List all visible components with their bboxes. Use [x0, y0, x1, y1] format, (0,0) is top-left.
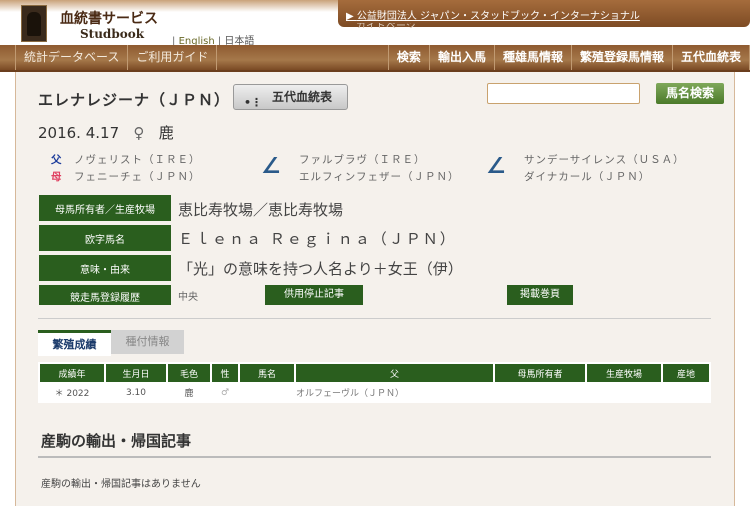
nav-pedigree[interactable]: 五代血統表 — [671, 45, 750, 70]
col-breeder: 生産牧場 — [587, 364, 661, 382]
nav-spacer — [216, 45, 388, 70]
main-nav: 統計データベース ご利用ガイド 検索 輸出入馬 種雄馬情報 繁殖登録馬情報 五代… — [0, 45, 750, 72]
cell-year: ＊ 2022 — [54, 389, 90, 399]
cell-owner — [495, 384, 585, 401]
dam-sire[interactable]: サンデーサイレンス（ＵＳＡ） — [524, 152, 685, 167]
col-sex: 性 — [212, 364, 238, 382]
col-year: 成績年 — [40, 364, 104, 382]
horse-search-input[interactable] — [487, 83, 640, 104]
sex: ♀ — [133, 124, 145, 142]
logo-horse-icon[interactable] — [21, 5, 47, 42]
sire-label: 父 — [51, 154, 63, 166]
owner-label: 母馬所有者／生産牧場 — [39, 195, 171, 221]
org-box: ▶ 公益財団法人 ジャパン・スタッドブック・インターナショナル ガイドページ — [338, 0, 750, 28]
main-content: エレナレジーナ（ＪＰＮ） •⋮ 五代血統表 馬名検索 2016. 4.17 ♀ 鹿… — [15, 72, 735, 506]
cell-origin — [663, 384, 709, 401]
bracket-icon: ∠ — [486, 154, 506, 179]
org-link-text: 公益財団法人 ジャパン・スタッドブック・インターナショナル — [356, 11, 640, 22]
col-owner: 母馬所有者 — [495, 364, 585, 382]
sire-sire[interactable]: ファルブラヴ（ＩＲＥ） — [299, 152, 426, 167]
nav-guide[interactable]: ご利用ガイド — [127, 45, 216, 70]
nav-search[interactable]: 検索 — [387, 45, 429, 70]
section-divider — [38, 456, 711, 458]
brand-title: 血統書サービス — [60, 11, 158, 27]
brand-subtitle: Studbook — [80, 27, 145, 41]
tab-breeding-record[interactable]: 繁殖成績 — [38, 330, 111, 356]
pedigree-button[interactable]: •⋮ 五代血統表 — [233, 84, 348, 110]
meaning-label: 意味・由来 — [39, 255, 171, 281]
bracket-icon: ∠ — [261, 154, 281, 179]
cell-color: 鹿 — [184, 389, 194, 399]
divider — [38, 318, 711, 319]
roman-name-label: 欧字馬名 — [39, 225, 171, 251]
col-sire: 父 — [296, 364, 493, 382]
horse-search-button[interactable]: 馬名検索 — [656, 83, 724, 104]
offspring-table: 成績年 生月日 毛色 性 馬名 父 母馬所有者 生産牧場 産地 ＊ 2022 3… — [38, 362, 711, 403]
org-link[interactable]: ▶ 公益財団法人 ジャパン・スタッドブック・インターナショナル — [346, 7, 640, 22]
birth-date: 2016. 4.17 — [38, 124, 120, 142]
coat-color: 鹿 — [158, 124, 174, 142]
cell-birthdate: 3.10 — [125, 387, 147, 398]
nav-broodmare[interactable]: 繁殖登録馬情報 — [570, 45, 672, 70]
tree-icon: •⋮ — [244, 96, 263, 109]
suspension-record-button[interactable]: 供用停止記事 — [265, 285, 363, 305]
dam-dam[interactable]: ダイナカール（ＪＰＮ） — [524, 169, 650, 184]
export-empty-message: 産駒の輸出・帰国記事はありません — [41, 479, 201, 490]
pedigree-button-label: 五代血統表 — [272, 90, 333, 104]
guide-link[interactable]: ガイドページ — [356, 23, 416, 28]
race-history-label: 競走馬登録履歴 — [39, 285, 171, 305]
site-header: 血統書サービス Studbook | English | 日本語 ▶ 公益財団法… — [0, 0, 750, 47]
col-name: 馬名 — [240, 364, 294, 382]
export-section-title: 産駒の輸出・帰国記事 — [41, 432, 192, 450]
nav-stats-db[interactable]: 統計データベース — [15, 45, 127, 70]
dam-label: 母 — [51, 171, 63, 183]
owner-value: 恵比寿牧場／恵比寿牧場 — [178, 201, 344, 219]
col-origin: 産地 — [663, 364, 709, 382]
cell-name — [240, 384, 294, 401]
cell-breeder — [587, 384, 661, 401]
volume-page-button[interactable]: 掲載巻頁 — [507, 285, 573, 305]
col-birthdate: 生月日 — [106, 364, 166, 382]
sire-name[interactable]: ノヴェリスト（ＩＲＥ） — [74, 152, 201, 167]
tab-covering-info[interactable]: 種付情報 — [111, 330, 184, 354]
dam-name[interactable]: フェニーチェ（ＪＰＮ） — [74, 169, 201, 184]
nav-stallion[interactable]: 種雄馬情報 — [493, 45, 571, 70]
cell-sire[interactable]: オルフェーヴル（ＪＰＮ） — [296, 384, 493, 401]
meaning-value: 「光」の意味を持つ人名より＋女王（伊） — [178, 260, 463, 278]
sire-dam[interactable]: エルフィンフェザー（ＪＰＮ） — [299, 169, 459, 184]
nav-import-export[interactable]: 輸出入馬 — [428, 45, 494, 70]
cell-sex: ♂ — [220, 387, 230, 398]
roman-name-value: Ｅｌｅｎａ Ｒｅｇｉｎａ（ＪＰＮ） — [178, 230, 457, 248]
col-color: 毛色 — [168, 364, 210, 382]
race-history-value: 中央 — [178, 292, 198, 303]
table-row: ＊ 2022 3.10 鹿 ♂ オルフェーヴル（ＪＰＮ） — [40, 384, 709, 401]
birth-info: 2016. 4.17 ♀ 鹿 — [38, 122, 174, 143]
horse-name: エレナレジーナ（ＪＰＮ） — [38, 91, 231, 109]
